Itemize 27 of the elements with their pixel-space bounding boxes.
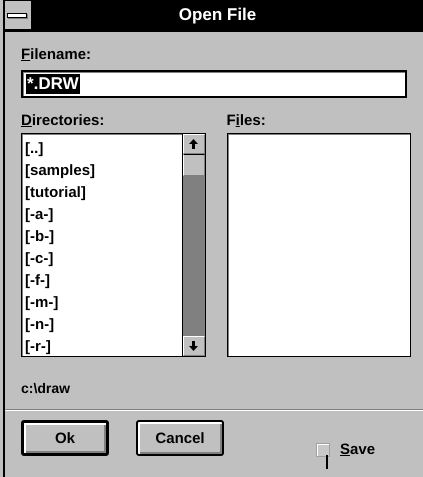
directory-item[interactable]: [-b-]: [25, 226, 54, 248]
dialog-button[interactable]: Cancel: [136, 420, 224, 456]
save-label: Save: [340, 441, 376, 459]
down-arrow-icon: [189, 341, 198, 351]
directory-item[interactable]: [-c-]: [25, 248, 54, 270]
current-directory: c:\draw: [21, 379, 72, 397]
filename-field[interactable]: *.DRW: [21, 70, 407, 98]
scroll-down-button[interactable]: [182, 336, 204, 356]
directory-item[interactable]: [-r-]: [25, 336, 51, 356]
dialog-button[interactable]: Ok: [21, 420, 109, 456]
directory-item[interactable]: [-n-]: [25, 314, 54, 336]
system-menu-button[interactable]: [5, 0, 32, 30]
filename-label: Filename:: [21, 46, 92, 64]
directory-item[interactable]: [tutorial]: [25, 182, 86, 204]
directory-item[interactable]: [-a-]: [25, 204, 54, 226]
window-title: Open File: [178, 5, 258, 25]
files-label: Files:: [226, 112, 267, 130]
directory-item[interactable]: [..]: [25, 138, 44, 160]
directory-item[interactable]: [-m-]: [25, 292, 58, 314]
scroll-thumb[interactable]: [182, 154, 204, 176]
up-arrow-icon: [189, 139, 198, 149]
directory-item[interactable]: [samples]: [25, 160, 96, 182]
scrollbar[interactable]: [182, 134, 204, 356]
scroll-up-button[interactable]: [182, 134, 204, 154]
directories-label: Directories:: [21, 112, 106, 130]
leader-line: [326, 455, 328, 469]
directory-item[interactable]: [-f-]: [25, 270, 50, 292]
